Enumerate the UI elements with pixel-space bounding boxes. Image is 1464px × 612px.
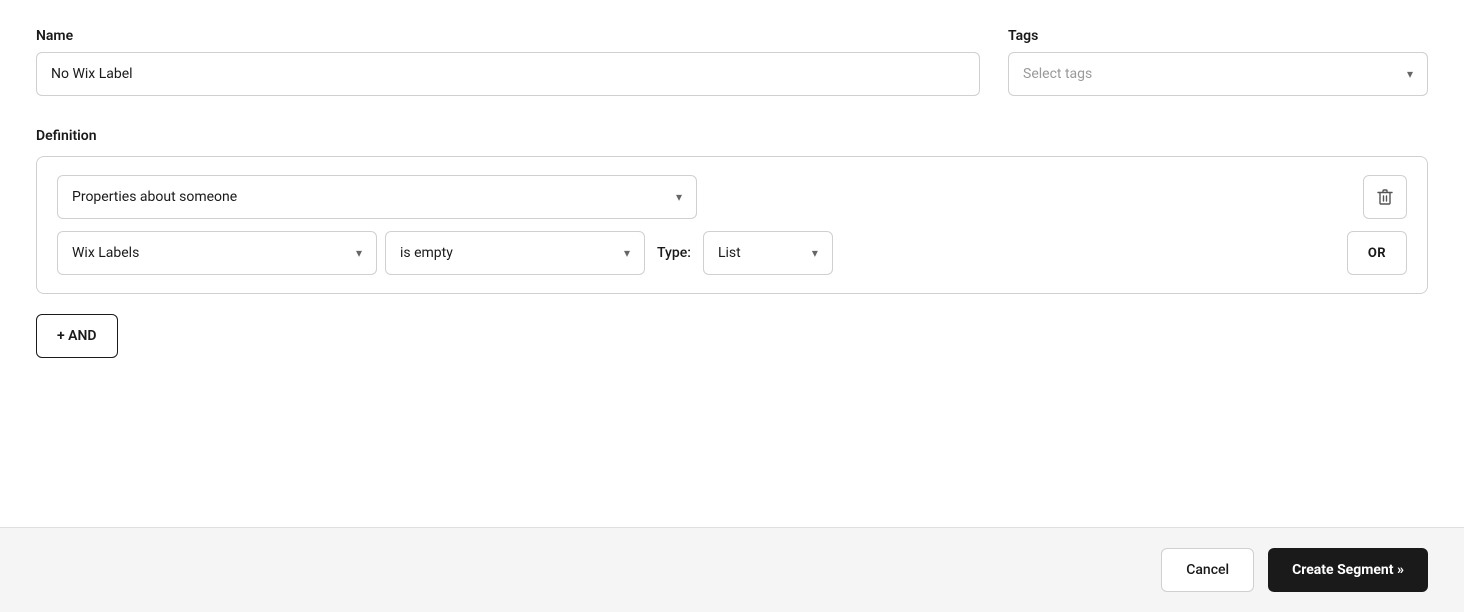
page-wrapper: Name Tags Select tags ▾ Definition Prope… [0, 0, 1464, 612]
properties-chevron-icon: ▾ [676, 190, 682, 204]
footer: Cancel Create Segment » [0, 527, 1464, 612]
cancel-button[interactable]: Cancel [1161, 548, 1254, 592]
definition-label: Definition [36, 128, 1428, 144]
tags-field-group: Tags Select tags ▾ [1008, 28, 1428, 96]
name-field-group: Name [36, 28, 980, 96]
top-row: Name Tags Select tags ▾ [36, 28, 1428, 96]
is-empty-chevron-icon: ▾ [624, 246, 630, 260]
or-label: OR [1368, 246, 1386, 261]
main-content: Name Tags Select tags ▾ Definition Prope… [0, 0, 1464, 527]
wix-labels-dropdown[interactable]: Wix Labels ▾ [57, 231, 377, 275]
list-dropdown[interactable]: List ▾ [703, 231, 833, 275]
is-empty-dropdown[interactable]: is empty ▾ [385, 231, 645, 275]
and-button[interactable]: + AND [36, 314, 118, 358]
tags-placeholder-text: Select tags [1023, 66, 1092, 82]
delete-button[interactable] [1363, 175, 1407, 219]
definition-row-1: Properties about someone ▾ [57, 175, 1407, 219]
list-chevron-icon: ▾ [812, 246, 818, 260]
cancel-label: Cancel [1186, 562, 1229, 578]
create-label: Create Segment » [1292, 562, 1404, 578]
trash-icon [1377, 188, 1393, 206]
is-empty-value: is empty [400, 245, 453, 261]
definition-section: Definition Properties about someone ▾ [36, 128, 1428, 294]
name-label: Name [36, 28, 980, 44]
tags-label: Tags [1008, 28, 1428, 44]
tags-chevron-icon: ▾ [1407, 67, 1413, 81]
wix-labels-chevron-icon: ▾ [356, 246, 362, 260]
list-value: List [718, 245, 741, 261]
name-input[interactable] [36, 52, 980, 96]
definition-row-2: Wix Labels ▾ is empty ▾ Type: List ▾ OR [57, 231, 1407, 275]
definition-box: Properties about someone ▾ Wix Labels ▾ [36, 156, 1428, 294]
or-button[interactable]: OR [1347, 231, 1407, 275]
and-label: + AND [57, 328, 97, 344]
properties-dropdown[interactable]: Properties about someone ▾ [57, 175, 697, 219]
wix-labels-value: Wix Labels [72, 245, 139, 261]
tags-select[interactable]: Select tags ▾ [1008, 52, 1428, 96]
create-segment-button[interactable]: Create Segment » [1268, 548, 1428, 592]
type-label: Type: [657, 245, 691, 261]
properties-value: Properties about someone [72, 189, 237, 205]
